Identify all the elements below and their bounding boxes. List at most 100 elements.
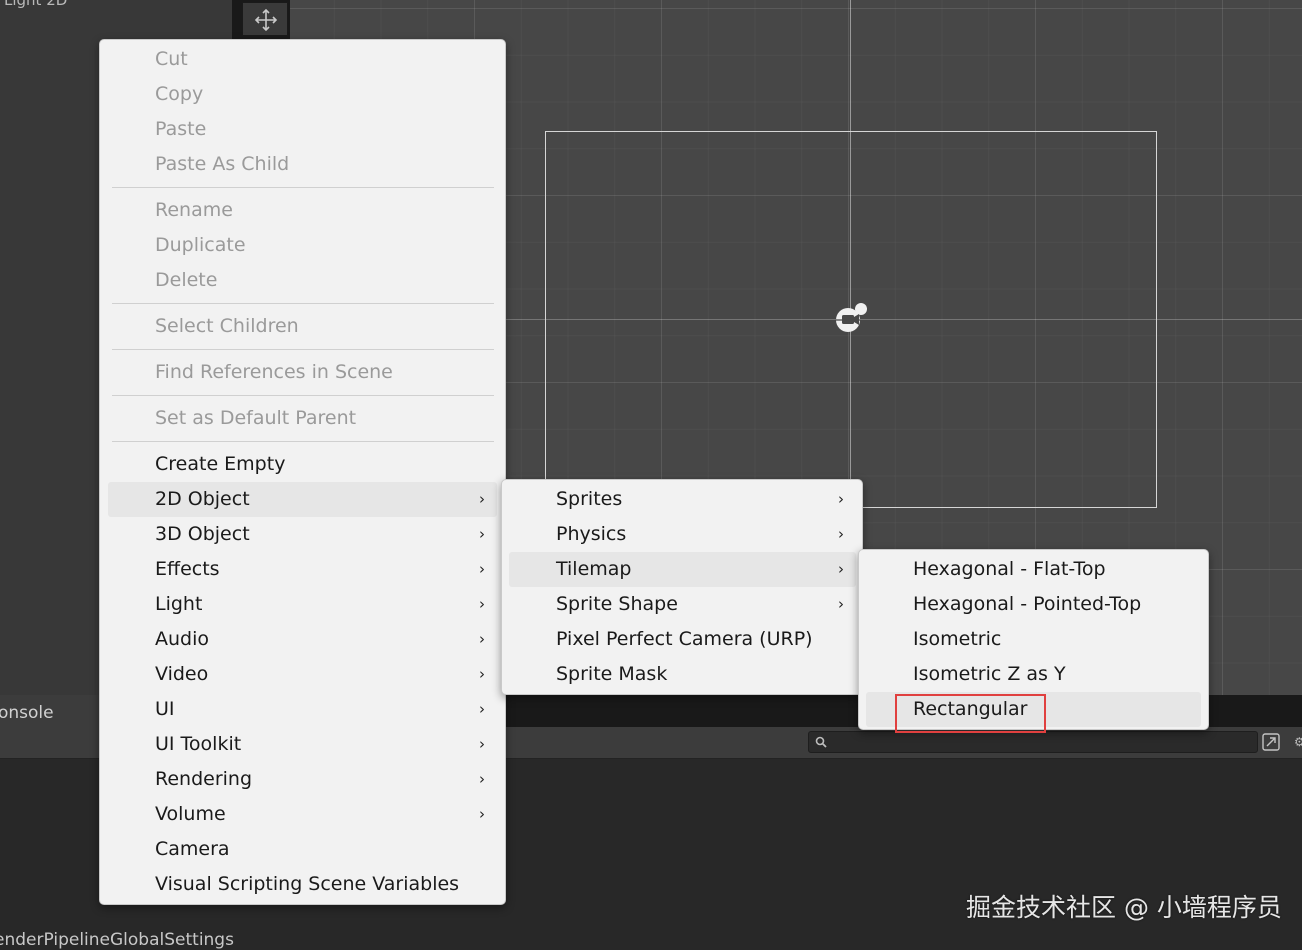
menu-separator bbox=[112, 349, 494, 350]
menu-item-label: Light bbox=[155, 593, 203, 615]
chevron-right-icon: › bbox=[479, 595, 485, 613]
chevron-right-icon: › bbox=[838, 490, 844, 508]
menu-item-volume[interactable]: Volume › bbox=[108, 797, 497, 832]
menu-item-sprites[interactable]: Sprites › bbox=[509, 482, 856, 517]
chevron-right-icon: › bbox=[479, 560, 485, 578]
menu-item-label: Rename bbox=[155, 199, 233, 221]
menu-item-label: Tilemap bbox=[556, 558, 632, 580]
menu-item-pixel-perfect-camera[interactable]: Pixel Perfect Camera (URP) bbox=[509, 622, 856, 657]
menu-item-label: Camera bbox=[155, 838, 230, 860]
menu-item-isometric[interactable]: Isometric bbox=[866, 622, 1201, 657]
menu-item-label: Set as Default Parent bbox=[155, 407, 357, 429]
menu-item-duplicate[interactable]: Duplicate bbox=[108, 228, 497, 263]
menu-item-find-references[interactable]: Find References in Scene bbox=[108, 355, 497, 390]
menu-item-hexagonal-flat-top[interactable]: Hexagonal - Flat-Top bbox=[866, 552, 1201, 587]
hierarchy-item-light-2d[interactable]: Light 2D bbox=[4, 0, 67, 9]
menu-item-label: Hexagonal - Pointed-Top bbox=[913, 593, 1142, 615]
menu-item-rename[interactable]: Rename bbox=[108, 193, 497, 228]
move-arrows-icon bbox=[254, 8, 278, 32]
chevron-right-icon: › bbox=[479, 665, 485, 683]
menu-item-hexagonal-pointed-top[interactable]: Hexagonal - Pointed-Top bbox=[866, 587, 1201, 622]
menu-item-label: Video bbox=[155, 663, 209, 685]
menu-item-isometric-z-as-y[interactable]: Isometric Z as Y bbox=[866, 657, 1201, 692]
menu-item-2d-object[interactable]: 2D Object › bbox=[108, 482, 497, 517]
menu-item-label: Volume bbox=[155, 803, 226, 825]
menu-item-label: UI bbox=[155, 698, 175, 720]
menu-item-label: Pixel Perfect Camera (URP) bbox=[556, 628, 813, 650]
chevron-right-icon: › bbox=[479, 525, 485, 543]
menu-item-copy[interactable]: Copy bbox=[108, 77, 497, 112]
menu-item-select-children[interactable]: Select Children bbox=[108, 309, 497, 344]
menu-item-ui[interactable]: UI › bbox=[108, 692, 497, 727]
console-log-line[interactable]: enderPipelineGlobalSettings bbox=[0, 930, 234, 950]
menu-item-paste[interactable]: Paste bbox=[108, 112, 497, 147]
menu-item-label: Isometric bbox=[913, 628, 1002, 650]
menu-item-label: UI Toolkit bbox=[155, 733, 242, 755]
menu-item-create-empty[interactable]: Create Empty bbox=[108, 447, 497, 482]
chevron-right-icon: › bbox=[479, 700, 485, 718]
chevron-right-icon: › bbox=[479, 770, 485, 788]
chevron-right-icon: › bbox=[838, 525, 844, 543]
menu-separator bbox=[112, 303, 494, 304]
chevron-right-icon: › bbox=[479, 805, 485, 823]
menu-item-label: Cut bbox=[155, 48, 188, 70]
menu-item-tilemap[interactable]: Tilemap › bbox=[509, 552, 856, 587]
menu-item-label: Sprites bbox=[556, 488, 623, 510]
menu-item-label: Hexagonal - Flat-Top bbox=[913, 558, 1106, 580]
watermark: 掘金技术社区 @ 小墙程序员 bbox=[966, 893, 1282, 922]
menu-item-label: Sprite Shape bbox=[556, 593, 678, 615]
chevron-right-icon: › bbox=[838, 560, 844, 578]
menu-separator bbox=[112, 441, 494, 442]
menu-item-ui-toolkit[interactable]: UI Toolkit › bbox=[108, 727, 497, 762]
menu-item-label: Find References in Scene bbox=[155, 361, 393, 383]
menu-item-light[interactable]: Light › bbox=[108, 587, 497, 622]
menu-item-label: Select Children bbox=[155, 315, 299, 337]
menu-item-label: Paste As Child bbox=[155, 153, 290, 175]
menu-item-3d-object[interactable]: 3D Object › bbox=[108, 517, 497, 552]
menu-item-video[interactable]: Video › bbox=[108, 657, 497, 692]
menu-item-audio[interactable]: Audio › bbox=[108, 622, 497, 657]
search-icon bbox=[815, 736, 827, 748]
move-tool-button[interactable] bbox=[242, 2, 288, 36]
menu-item-delete[interactable]: Delete bbox=[108, 263, 497, 298]
menu-item-label: Visual Scripting Scene Variables bbox=[155, 873, 460, 895]
camera-gizmo-icon[interactable] bbox=[833, 300, 869, 340]
menu-item-label: Effects bbox=[155, 558, 220, 580]
menu-item-paste-as-child[interactable]: Paste As Child bbox=[108, 147, 497, 182]
expand-button[interactable] bbox=[1260, 731, 1284, 753]
menu-item-physics[interactable]: Physics › bbox=[509, 517, 856, 552]
chevron-right-icon: › bbox=[479, 630, 485, 648]
chevron-right-icon: › bbox=[479, 735, 485, 753]
menu-item-label: Paste bbox=[155, 118, 207, 140]
expand-icon bbox=[1262, 733, 1280, 751]
menu-item-label: Copy bbox=[155, 83, 204, 105]
submenu-2d-object: Sprites › Physics › Tilemap › Sprite Shape ›… bbox=[501, 479, 863, 695]
menu-item-label: Isometric Z as Y bbox=[913, 663, 1066, 685]
menu-item-label: 2D Object bbox=[155, 488, 250, 510]
chevron-right-icon: › bbox=[838, 595, 844, 613]
menu-item-cut[interactable]: Cut bbox=[108, 42, 497, 77]
menu-item-label: Duplicate bbox=[155, 234, 246, 256]
menu-item-label: Create Empty bbox=[155, 453, 286, 475]
menu-item-sprite-mask[interactable]: Sprite Mask bbox=[509, 657, 856, 692]
menu-item-effects[interactable]: Effects › bbox=[108, 552, 497, 587]
menu-item-label: Audio bbox=[155, 628, 210, 650]
menu-item-label: Rendering bbox=[155, 768, 253, 790]
menu-item-label: 3D Object bbox=[155, 523, 250, 545]
console-search-input[interactable] bbox=[808, 731, 1258, 753]
menu-separator bbox=[112, 187, 494, 188]
tab-console-label: onsole bbox=[0, 703, 54, 723]
menu-item-set-default-parent[interactable]: Set as Default Parent bbox=[108, 401, 497, 436]
menu-item-camera[interactable]: Camera bbox=[108, 832, 497, 867]
menu-item-rendering[interactable]: Rendering › bbox=[108, 762, 497, 797]
hierarchy-context-menu: Cut Copy Paste Paste As Child Rename Dup… bbox=[99, 39, 506, 905]
chevron-right-icon: › bbox=[479, 490, 485, 508]
menu-item-label: Physics bbox=[556, 523, 627, 545]
menu-item-visual-scripting-scene-variables[interactable]: Visual Scripting Scene Variables bbox=[108, 867, 497, 902]
menu-item-label: Sprite Mask bbox=[556, 663, 668, 685]
annotation-highlight-box bbox=[895, 694, 1046, 733]
overflow-icon[interactable]: ⚙ bbox=[1294, 735, 1302, 749]
menu-item-label: Delete bbox=[155, 269, 218, 291]
menu-item-sprite-shape[interactable]: Sprite Shape › bbox=[509, 587, 856, 622]
menu-separator bbox=[112, 395, 494, 396]
